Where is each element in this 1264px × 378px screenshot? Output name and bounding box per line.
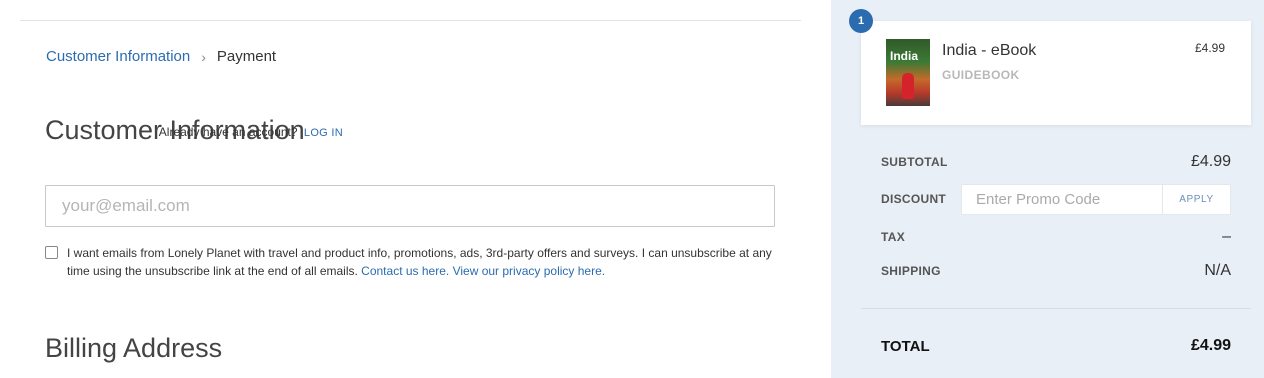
discount-row: DISCOUNT (881, 184, 961, 214)
subtotal-label: SUBTOTAL (881, 155, 948, 169)
tax-row: TAX – (881, 222, 1231, 252)
contact-us-link[interactable]: Contact us here. (361, 264, 449, 278)
order-summary-panel: 1 India India - eBook GUIDEBOOK £4.99 SU… (831, 0, 1264, 378)
billing-address-heading: Billing Address (45, 333, 223, 363)
book-cover-title: India (890, 49, 919, 63)
subtotal-value: £4.99 (1190, 153, 1231, 170)
shipping-value: N/A (1204, 262, 1231, 279)
email-optin-checkbox[interactable] (45, 246, 58, 259)
total-row: TOTAL £4.99 (881, 331, 1231, 361)
subtotal-row: SUBTOTAL £4.99 (881, 147, 1231, 177)
total-label: TOTAL (881, 337, 930, 355)
quantity-badge: 1 (849, 9, 873, 33)
apply-promo-button[interactable]: APPLY (1162, 185, 1230, 214)
breadcrumb-customer-information[interactable]: Customer Information (46, 48, 190, 65)
chevron-right-icon: › (201, 48, 206, 65)
cart-item-card: 1 India India - eBook GUIDEBOOK £4.99 (849, 9, 1251, 125)
email-input[interactable] (45, 185, 775, 227)
breadcrumb: Customer Information › Payment (46, 48, 276, 65)
item-name: India - eBook (942, 42, 1037, 59)
summary-divider (861, 308, 1251, 309)
tax-label: TAX (881, 230, 906, 244)
login-link[interactable]: LOG IN (304, 127, 343, 139)
account-prompt-text: Already have an account? (158, 125, 298, 139)
cover-figure-shape (902, 73, 914, 99)
shipping-row: SHIPPING N/A (881, 256, 1231, 286)
discount-label: DISCOUNT (881, 192, 947, 206)
breadcrumb-payment: Payment (216, 48, 277, 65)
privacy-policy-link[interactable]: View our privacy policy here. (453, 264, 606, 278)
email-optin-text: I want emails from Lonely Planet with tr… (67, 244, 780, 280)
item-price: £4.99 (1194, 41, 1225, 55)
email-optin: I want emails from Lonely Planet with tr… (45, 244, 780, 280)
top-divider (20, 20, 801, 21)
promo-code-group: APPLY (961, 184, 1231, 215)
tax-value: – (1222, 228, 1231, 245)
promo-code-input[interactable] (962, 185, 1162, 214)
checkout-form-panel: Customer Information › Payment Customer … (0, 0, 831, 378)
total-value: £4.99 (1190, 337, 1231, 354)
item-type: GUIDEBOOK (942, 68, 1020, 82)
shipping-label: SHIPPING (881, 264, 941, 278)
book-cover-image: India (886, 39, 930, 106)
account-prompt: Already have an account? LOG IN (159, 125, 343, 139)
